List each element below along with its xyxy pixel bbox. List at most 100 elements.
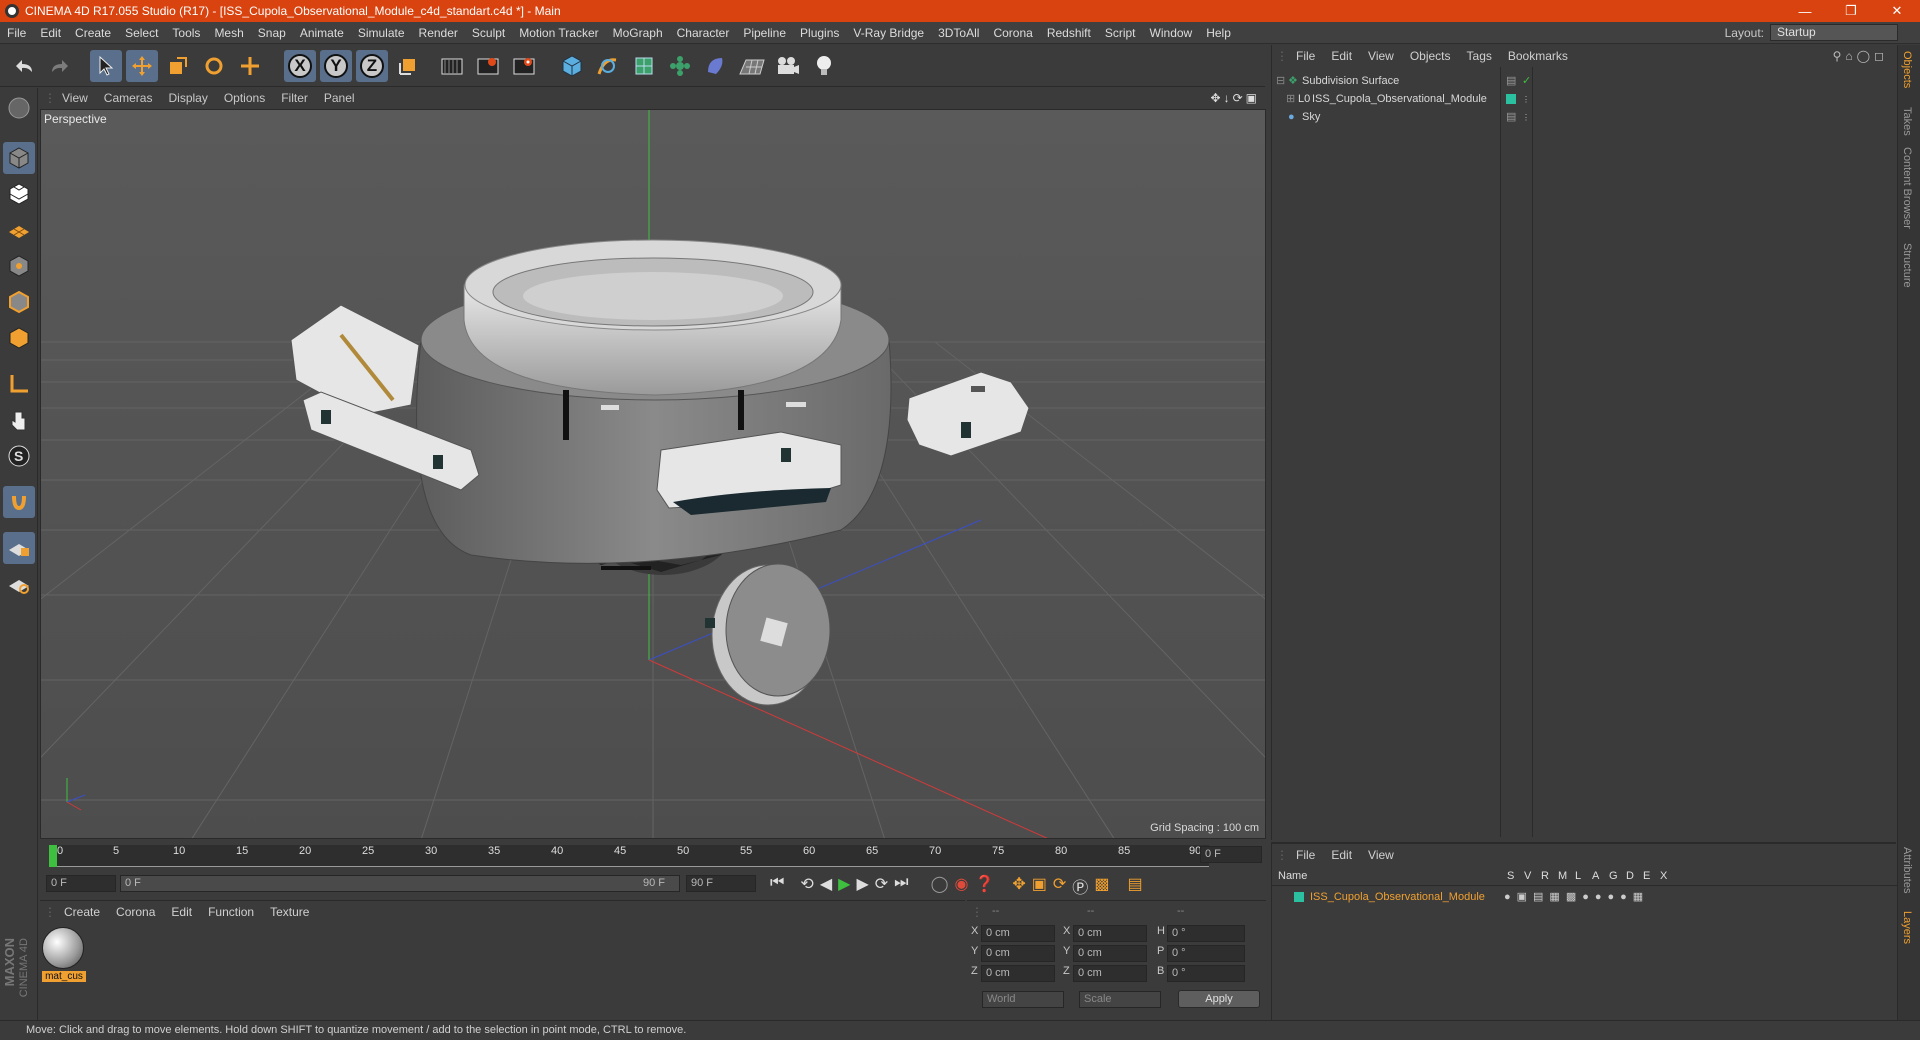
enabled-check-icon[interactable]: ✓	[1522, 73, 1531, 90]
viewport-menu-options[interactable]: Options	[216, 91, 273, 105]
autokey-icon[interactable]: ◉	[954, 874, 968, 898]
object-menu-view[interactable]: View	[1360, 49, 1402, 63]
visibility-dots-icon[interactable]: ⋮	[1522, 91, 1530, 108]
apply-button[interactable]: Apply	[1178, 990, 1260, 1008]
pen-spline-icon[interactable]	[592, 50, 624, 82]
tweak-mode-icon[interactable]	[3, 404, 35, 436]
menu-plugins[interactable]: Plugins	[793, 26, 846, 40]
undo-icon[interactable]	[8, 50, 40, 82]
material-menu-edit[interactable]: Edit	[163, 905, 200, 919]
minimize-icon[interactable]: —	[1782, 4, 1828, 19]
menu-tools[interactable]: Tools	[165, 26, 207, 40]
key-pla-icon[interactable]: ▩	[1094, 874, 1109, 898]
light-bulb-icon[interactable]	[808, 50, 840, 82]
next-frame-icon[interactable]: ▶	[856, 874, 868, 898]
tab-takes[interactable]: Takes	[1901, 107, 1913, 136]
subdivision-surface-icon[interactable]	[628, 50, 660, 82]
render-view-icon[interactable]	[436, 50, 468, 82]
key-position-icon[interactable]: ✥	[1012, 874, 1025, 898]
menu-sculpt[interactable]: Sculpt	[465, 26, 512, 40]
viewport-menu-filter[interactable]: Filter	[273, 91, 316, 105]
planar-workplane-icon[interactable]	[3, 568, 35, 600]
workplane-mode-icon[interactable]	[3, 214, 35, 246]
edit-render-toggle-icon[interactable]: ▤	[1506, 109, 1516, 126]
viewport-menu-view[interactable]: View	[54, 91, 96, 105]
move-tool-icon[interactable]	[126, 50, 158, 82]
material-menu-corona[interactable]: Corona	[108, 905, 163, 919]
timeline-track[interactable]: 0 5 10 15 20 25 30 35 40 45 50 55 60 65 …	[49, 845, 1209, 867]
menu-redshift[interactable]: Redshift	[1040, 26, 1098, 40]
expand-icon[interactable]: ⊞	[1286, 91, 1295, 108]
points-mode-icon[interactable]	[3, 250, 35, 282]
frame-range-slider[interactable]: 0 F 90 F	[120, 875, 680, 892]
camera-icon[interactable]	[772, 50, 804, 82]
menu-motion-tracker[interactable]: Motion Tracker	[512, 26, 605, 40]
texture-mode-icon[interactable]	[3, 178, 35, 210]
polygons-mode-icon[interactable]	[3, 322, 35, 354]
position-y-field[interactable]: 0 cm	[981, 945, 1055, 962]
menu-help[interactable]: Help	[1199, 26, 1238, 40]
menu-edit[interactable]: Edit	[33, 26, 68, 40]
menu-create[interactable]: Create	[68, 26, 118, 40]
tab-structure[interactable]: Structure	[1901, 243, 1913, 288]
object-menu-bookmarks[interactable]: Bookmarks	[1500, 49, 1576, 63]
timeline-window-icon[interactable]: ▤	[1127, 874, 1142, 898]
menu-vray-bridge[interactable]: V-Ray Bridge	[846, 26, 931, 40]
menu-simulate[interactable]: Simulate	[351, 26, 412, 40]
size-x-field[interactable]: 0 cm	[1073, 925, 1147, 942]
material-menu-texture[interactable]: Texture	[262, 905, 317, 919]
coord-space-dropdown[interactable]: World	[982, 991, 1064, 1008]
viewport-menu-panel[interactable]: Panel	[316, 91, 363, 105]
menu-file[interactable]: File	[0, 26, 33, 40]
floor-grid-icon[interactable]	[736, 50, 768, 82]
viewport-menu-display[interactable]: Display	[160, 91, 215, 105]
tab-objects[interactable]: Objects	[1901, 51, 1913, 88]
layer-menu-edit[interactable]: Edit	[1323, 848, 1360, 862]
coord-mode-dropdown[interactable]: Scale	[1079, 991, 1161, 1008]
redo-icon[interactable]	[44, 50, 76, 82]
play-icon[interactable]: ▶	[838, 874, 850, 898]
menu-3dtoall[interactable]: 3DToAll	[931, 26, 986, 40]
menu-window[interactable]: Window	[1143, 26, 1200, 40]
menu-character[interactable]: Character	[670, 26, 737, 40]
current-frame-field[interactable]: 0 F	[1200, 846, 1262, 863]
start-frame-field[interactable]: 0 F	[46, 875, 116, 892]
x-axis-lock-button[interactable]: X	[284, 50, 316, 82]
prev-frame-icon[interactable]: ◀	[820, 874, 832, 898]
menu-select[interactable]: Select	[118, 26, 165, 40]
record-keys-icon[interactable]: ◯	[931, 874, 949, 898]
make-editable-icon[interactable]	[3, 92, 35, 124]
menu-script[interactable]: Script	[1098, 26, 1143, 40]
render-settings-icon[interactable]	[508, 50, 540, 82]
next-key-icon[interactable]: ⟳	[875, 874, 888, 898]
tab-content-browser[interactable]: Content Browser	[1901, 147, 1913, 229]
layer-color-icon[interactable]	[1506, 94, 1516, 104]
position-z-field[interactable]: 0 cm	[981, 965, 1055, 982]
key-rotation-icon[interactable]: ⟳	[1053, 874, 1066, 898]
object-row-subdivision[interactable]: ⊟ ❖ Subdivision Surface ▤ ✓	[1272, 73, 1897, 90]
tab-attributes[interactable]: Attributes	[1901, 847, 1913, 893]
menu-animate[interactable]: Animate	[293, 26, 351, 40]
key-parameter-icon[interactable]: Ⓟ	[1072, 874, 1088, 898]
deformer-icon[interactable]	[700, 50, 732, 82]
go-to-end-icon[interactable]: ⏭	[894, 874, 908, 898]
menu-render[interactable]: Render	[412, 26, 465, 40]
menu-snap[interactable]: Snap	[251, 26, 293, 40]
prev-key-icon[interactable]: ⟲	[800, 874, 813, 898]
visibility-dots-icon[interactable]: ⋮	[1522, 109, 1530, 126]
object-menu-tags[interactable]: Tags	[1459, 49, 1500, 63]
mograph-cloner-icon[interactable]	[664, 50, 696, 82]
y-axis-lock-button[interactable]: Y	[320, 50, 352, 82]
position-x-field[interactable]: 0 cm	[981, 925, 1055, 942]
collapse-icon[interactable]: ⊟	[1276, 73, 1285, 90]
snap-icon[interactable]: S	[3, 440, 35, 472]
object-menu-edit[interactable]: Edit	[1323, 49, 1360, 63]
perspective-viewport[interactable]: Perspective Grid Spacing : 100 cm	[40, 109, 1266, 839]
model-mode-icon[interactable]	[3, 142, 35, 174]
rotation-h-field[interactable]: 0 °	[1167, 925, 1245, 942]
select-arrow-icon[interactable]	[90, 50, 122, 82]
menu-mograph[interactable]: MoGraph	[606, 26, 670, 40]
edit-render-toggle-icon[interactable]: ▤	[1506, 73, 1516, 90]
layer-toggles-icons[interactable]: ●▣▤▦▩●●●●▦	[1504, 889, 1649, 906]
tab-layers[interactable]: Layers	[1901, 911, 1913, 944]
